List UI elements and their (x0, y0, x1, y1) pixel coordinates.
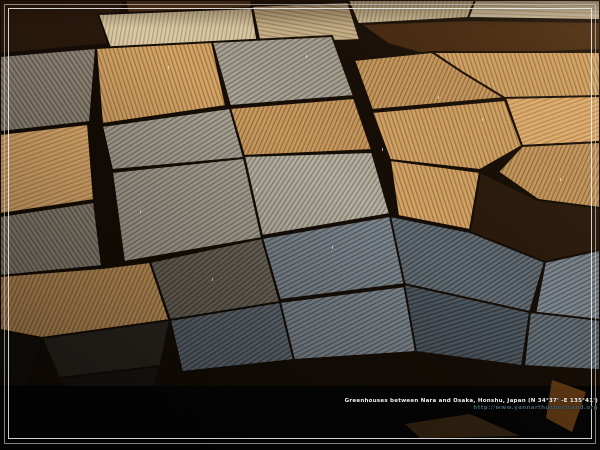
aerial-photo-greenhouses (0, 0, 600, 450)
photo-credit: Greenhouses between Nara and Osaka, Hons… (345, 398, 598, 411)
photographer-website-url: http://www.yannarthusbertrand.org (345, 405, 598, 412)
photo-caption-text: Greenhouses between Nara and Osaka, Hons… (345, 398, 598, 405)
wallpaper-stage: Greenhouses between Nara and Osaka, Hons… (0, 0, 600, 450)
